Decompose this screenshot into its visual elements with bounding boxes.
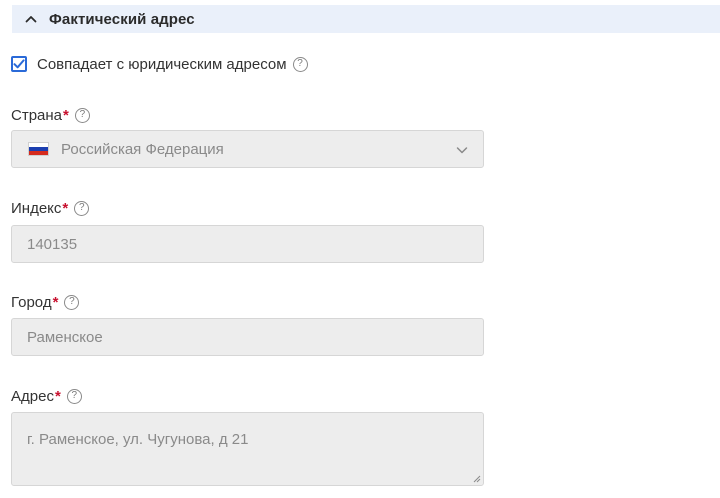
required-mark: *: [54, 387, 61, 405]
help-icon[interactable]: ?: [292, 56, 308, 72]
help-icon[interactable]: ?: [74, 107, 90, 123]
address-textarea[interactable]: г. Раменское, ул. Чугунова, д 21: [11, 412, 484, 486]
address-label: Адрес * ?: [11, 386, 82, 406]
country-label: Страна * ?: [11, 105, 90, 125]
index-label: Индекс * ?: [11, 198, 90, 218]
required-mark: *: [62, 199, 69, 217]
city-input[interactable]: Раменское: [11, 318, 484, 356]
city-label-text: Город: [11, 293, 52, 311]
section-header-actual-address[interactable]: Фактический адрес: [12, 5, 720, 33]
checkmark-icon: [13, 59, 25, 69]
index-input-value: 140135: [27, 235, 78, 253]
country-select-value: Российская Федерация: [61, 140, 224, 158]
address-textarea-value: г. Раменское, ул. Чугунова, д 21: [27, 431, 249, 448]
index-input[interactable]: 140135: [11, 225, 484, 263]
resize-handle-icon[interactable]: [471, 473, 481, 483]
required-mark: *: [63, 106, 69, 124]
chevron-down-icon[interactable]: [455, 143, 469, 157]
page: Фактический адрес Совпадает с юридически…: [0, 0, 720, 498]
help-icon[interactable]: ?: [64, 294, 80, 310]
section-title: Фактический адрес: [49, 10, 195, 28]
russia-flag-icon: [28, 142, 49, 156]
same-as-legal-row: Совпадает с юридическим адресом ?: [11, 54, 308, 74]
index-label-text: Индекс: [11, 199, 62, 217]
city-label: Город * ?: [11, 292, 80, 312]
city-input-value: Раменское: [27, 328, 103, 346]
required-mark: *: [52, 293, 59, 311]
same-as-legal-label[interactable]: Совпадает с юридическим адресом: [37, 56, 287, 73]
help-icon[interactable]: ?: [74, 200, 90, 216]
country-label-text: Страна: [11, 106, 63, 124]
address-label-text: Адрес: [11, 387, 54, 405]
same-as-legal-checkbox[interactable]: [11, 56, 27, 72]
chevron-up-icon[interactable]: [22, 10, 40, 28]
help-icon[interactable]: ?: [66, 388, 82, 404]
country-select[interactable]: Российская Федерация: [11, 130, 484, 168]
